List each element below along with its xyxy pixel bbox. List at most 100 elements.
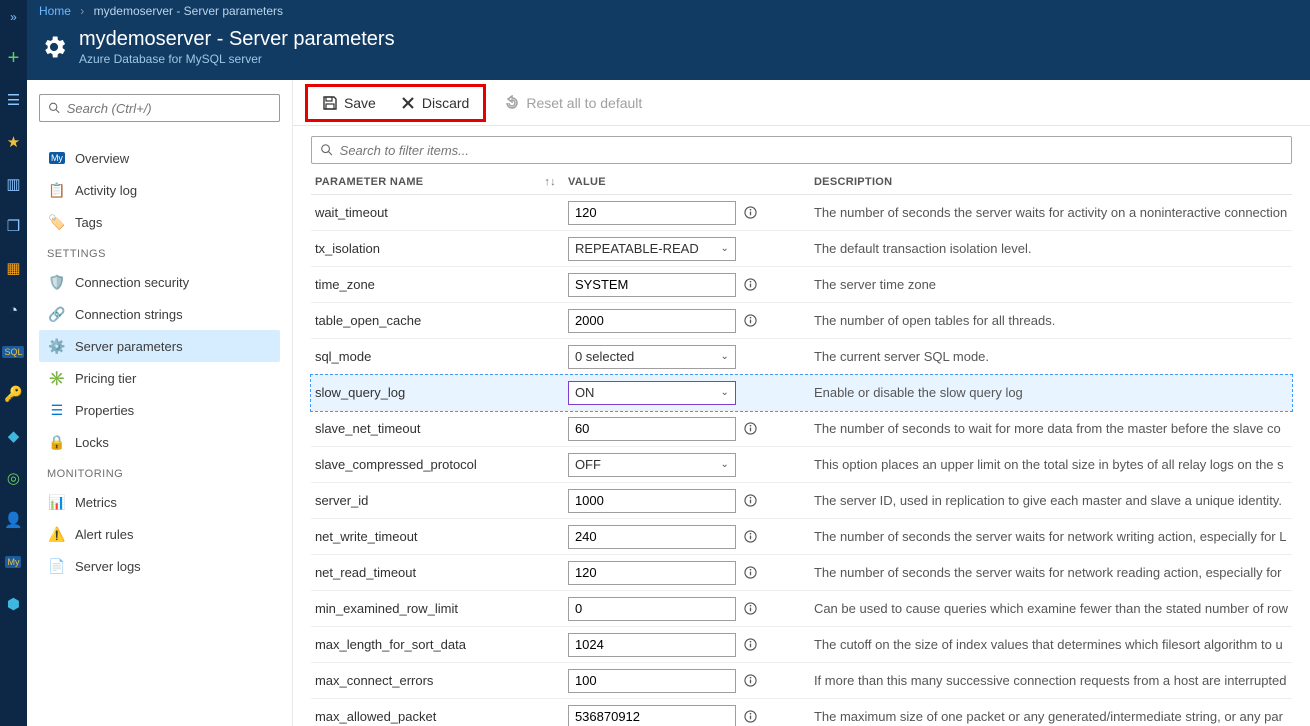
nav-item-overview[interactable]: MyOverview — [39, 142, 280, 174]
param-name: min_examined_row_limit — [315, 601, 568, 616]
nav-item-metrics[interactable]: 📊Metrics — [39, 486, 280, 518]
param-desc: If more than this many successive connec… — [814, 673, 1288, 688]
info-icon[interactable] — [744, 422, 758, 436]
param-desc: The number of seconds the server waits f… — [814, 565, 1288, 580]
nav-item-locks[interactable]: 🔒Locks — [39, 426, 280, 458]
rail-list-icon[interactable]: ☰ — [1, 88, 25, 112]
page-title: mydemoserver - Server parameters — [79, 28, 395, 51]
rail-key-icon[interactable]: 🔑 — [1, 382, 25, 406]
info-icon[interactable] — [744, 638, 758, 652]
param-input[interactable] — [568, 705, 736, 726]
param-select[interactable]: REPEATABLE-READ⌄ — [568, 237, 736, 261]
param-input[interactable] — [568, 273, 736, 297]
param-input[interactable] — [568, 525, 736, 549]
reset-icon — [504, 95, 520, 111]
gear-icon — [39, 32, 69, 62]
param-name: slow_query_log — [315, 385, 568, 400]
nav-item-alert-rules[interactable]: ⚠️Alert rules — [39, 518, 280, 550]
param-input[interactable] — [568, 669, 736, 693]
info-icon[interactable] — [744, 314, 758, 328]
param-input[interactable] — [568, 561, 736, 585]
param-row-max_allowed_packet: max_allowed_packetThe maximum size of on… — [311, 699, 1292, 726]
rail-circle-icon[interactable]: ◎ — [1, 466, 25, 490]
info-icon[interactable] — [744, 674, 758, 688]
info-icon[interactable] — [744, 494, 758, 508]
nav-item-properties[interactable]: ☰Properties — [39, 394, 280, 426]
param-input[interactable] — [568, 201, 736, 225]
sidebar-search[interactable] — [39, 94, 280, 122]
nav-settings-header: SETTINGS — [47, 248, 272, 260]
filter-input[interactable] — [340, 143, 1283, 158]
param-row-sql_mode: sql_mode0 selected⌄The current server SQ… — [311, 339, 1292, 375]
chevron-down-icon: ⌄ — [721, 351, 729, 362]
info-icon[interactable] — [744, 278, 758, 292]
rail-star-icon[interactable]: ★ — [1, 130, 25, 154]
save-icon — [322, 95, 338, 111]
toolbar: Save Discard Reset all to default — [293, 80, 1310, 126]
rail-sql-icon[interactable]: SQL — [1, 340, 25, 364]
highlight-box: Save Discard — [305, 84, 486, 122]
nav-item-connection-strings[interactable]: 🔗Connection strings — [39, 298, 280, 330]
param-row-slave_compressed_protocol: slave_compressed_protocolOFF⌄This option… — [311, 447, 1292, 483]
filter-box[interactable] — [311, 136, 1292, 164]
discard-label: Discard — [422, 95, 469, 111]
param-desc: The number of seconds to wait for more d… — [814, 421, 1288, 436]
nav-item-connection-security[interactable]: 🛡️Connection security — [39, 266, 280, 298]
reset-button[interactable]: Reset all to default — [498, 91, 648, 115]
param-input[interactable] — [568, 597, 736, 621]
col-value-header[interactable]: VALUE — [568, 176, 814, 188]
param-desc: The cutoff on the size of index values t… — [814, 637, 1288, 652]
rail-mysql-icon[interactable]: My — [1, 550, 25, 574]
nav-item-activity-log[interactable]: 📋Activity log — [39, 174, 280, 206]
param-input[interactable] — [568, 633, 736, 657]
tags-icon: 🏷️ — [49, 214, 65, 230]
rail-grid-icon[interactable]: ▦ — [1, 256, 25, 280]
save-button[interactable]: Save — [316, 91, 382, 115]
rail-hex-icon[interactable]: ⬢ — [1, 592, 25, 616]
param-name: max_allowed_packet — [315, 709, 568, 724]
sidebar-search-input[interactable] — [67, 101, 271, 116]
info-icon[interactable] — [744, 710, 758, 724]
info-icon[interactable] — [744, 566, 758, 580]
param-input[interactable] — [568, 417, 736, 441]
breadcrumb: Home › mydemoserver - Server parameters — [27, 0, 1310, 22]
nav-label: Overview — [75, 151, 129, 166]
param-desc: The default transaction isolation level. — [814, 241, 1288, 256]
rail-clock-icon[interactable]: ◔ — [1, 298, 25, 322]
col-desc-header[interactable]: DESCRIPTION — [814, 176, 1288, 188]
rail-add-icon[interactable]: + — [1, 46, 25, 70]
alert-icon: ⚠️ — [49, 526, 65, 542]
info-icon[interactable] — [744, 530, 758, 544]
param-select[interactable]: 0 selected⌄ — [568, 345, 736, 369]
param-select[interactable]: ON⌄ — [568, 381, 736, 405]
nav-label: Activity log — [75, 183, 137, 198]
breadcrumb-page: mydemoserver - Server parameters — [94, 4, 283, 18]
info-icon[interactable] — [744, 602, 758, 616]
col-name-header[interactable]: PARAMETER NAME — [315, 176, 424, 188]
props-icon: ☰ — [49, 402, 65, 418]
nav-item-server-logs[interactable]: 📄Server logs — [39, 550, 280, 582]
breadcrumb-home[interactable]: Home — [39, 4, 71, 18]
page-subtitle: Azure Database for MySQL server — [79, 52, 395, 66]
title-bar: mydemoserver - Server parameters Azure D… — [27, 22, 1310, 80]
discard-button[interactable]: Discard — [394, 91, 475, 115]
nav-item-server-parameters[interactable]: ⚙️Server parameters — [39, 330, 280, 362]
rail-user-icon[interactable]: 👤 — [1, 508, 25, 532]
nav-label: Server logs — [75, 559, 141, 574]
rail-dash-icon[interactable]: ▥ — [1, 172, 25, 196]
param-row-table_open_cache: table_open_cacheThe number of open table… — [311, 303, 1292, 339]
nav-item-pricing-tier[interactable]: ✳️Pricing tier — [39, 362, 280, 394]
rail-diamond-icon[interactable]: ◆ — [1, 424, 25, 448]
table-header: PARAMETER NAME ↑↓ VALUE DESCRIPTION — [311, 170, 1292, 195]
param-input[interactable] — [568, 489, 736, 513]
expand-rail-button[interactable]: » — [0, 6, 27, 28]
rail-cube-icon[interactable]: ❒ — [1, 214, 25, 238]
param-desc: Enable or disable the slow query log — [814, 385, 1288, 400]
sort-icon[interactable]: ↑↓ — [544, 176, 556, 188]
param-name: max_connect_errors — [315, 673, 568, 688]
nav-item-tags[interactable]: 🏷️Tags — [39, 206, 280, 238]
param-input[interactable] — [568, 309, 736, 333]
param-select[interactable]: OFF⌄ — [568, 453, 736, 477]
info-icon[interactable] — [744, 206, 758, 220]
param-row-net_read_timeout: net_read_timeoutThe number of seconds th… — [311, 555, 1292, 591]
